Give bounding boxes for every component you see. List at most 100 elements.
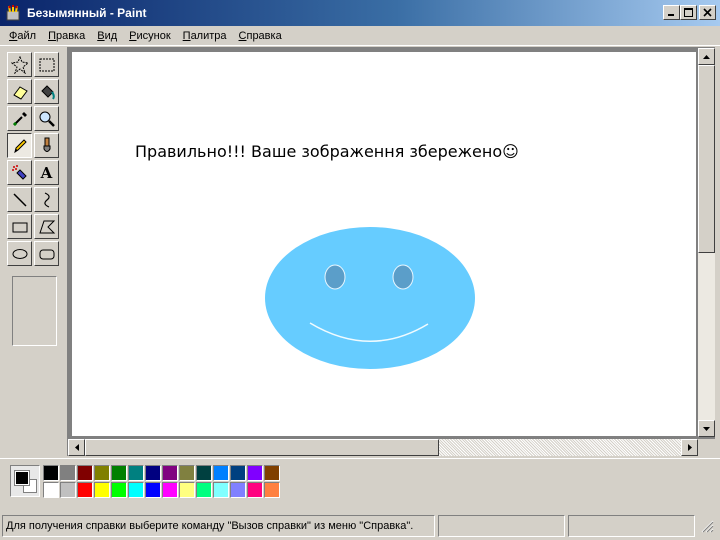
menu-1[interactable]: Правка [42, 27, 91, 45]
scroll-up-button[interactable] [698, 48, 715, 65]
menu-accel: В [97, 29, 105, 42]
free-form-select-tool[interactable] [7, 52, 32, 77]
rounded-rect-icon [39, 249, 54, 259]
rectangle-tool[interactable] [7, 214, 32, 239]
vertical-scroll-thumb[interactable] [698, 65, 715, 253]
maximize-icon [684, 8, 693, 17]
text-tool[interactable]: A [34, 160, 59, 185]
color-swatch[interactable] [196, 482, 212, 498]
airbrush-tool[interactable] [7, 160, 32, 185]
color-swatch[interactable] [230, 482, 246, 498]
color-swatch[interactable] [264, 465, 280, 481]
color-swatch[interactable] [60, 482, 76, 498]
line-tool[interactable] [7, 187, 32, 212]
curve-icon [43, 191, 50, 208]
rectangle-icon [12, 222, 27, 232]
color-swatch[interactable] [60, 465, 76, 481]
color-swatch[interactable] [128, 482, 144, 498]
ellipse-tool[interactable] [7, 241, 32, 266]
menu-2[interactable]: Вид [91, 27, 123, 45]
polygon-tool[interactable] [34, 214, 59, 239]
close-icon [703, 8, 712, 17]
scroll-down-button[interactable] [698, 420, 715, 437]
arrow-right-icon [687, 444, 692, 451]
horizontal-scroll-thumb[interactable] [85, 439, 439, 456]
resize-grip-icon[interactable] [700, 519, 714, 533]
color-swatch[interactable] [162, 465, 178, 481]
menu-3[interactable]: Рисунок [123, 27, 177, 45]
pencil-icon [13, 138, 27, 153]
status-bar: Для получения справки выберите команду "… [0, 511, 720, 540]
magnifier-icon [39, 111, 55, 127]
rounded-rectangle-tool[interactable] [34, 241, 59, 266]
menu-label: равка [55, 29, 86, 42]
color-swatch[interactable] [43, 482, 59, 498]
color-palette-bar [0, 458, 720, 510]
paint-bucket-icon [40, 84, 55, 100]
menu-accel: Р [129, 29, 137, 42]
eyedropper-icon [12, 111, 27, 126]
menu-label: правка [246, 29, 282, 42]
smiley-face [265, 227, 475, 369]
tool-grid: A [4, 50, 64, 266]
color-swatches [43, 465, 280, 498]
color-swatch[interactable] [128, 465, 144, 481]
menu-0[interactable]: Файл [3, 27, 42, 45]
pencil-tool[interactable] [7, 133, 32, 158]
minimize-button[interactable] [663, 5, 680, 20]
status-coordinates [438, 514, 565, 537]
color-swatch[interactable] [43, 465, 59, 481]
eraser-icon [12, 85, 28, 100]
color-swatch[interactable] [162, 482, 178, 498]
brush-tool[interactable] [34, 133, 59, 158]
foreground-color [14, 470, 30, 486]
menu-label: айл [17, 29, 37, 42]
color-swatch[interactable] [145, 465, 161, 481]
color-swatch[interactable] [247, 465, 263, 481]
drawing-canvas[interactable]: Правильно!!! Ваше зображення збережено☺ [72, 52, 696, 436]
menu-5[interactable]: Справка [233, 27, 288, 45]
color-swatch[interactable] [179, 482, 195, 498]
vertical-scrollbar[interactable] [698, 48, 715, 437]
status-message: Для получения справки выберите команду "… [2, 514, 435, 537]
maximize-button[interactable] [680, 5, 697, 20]
magnifier-tool[interactable] [34, 106, 59, 131]
eraser-tool[interactable] [7, 79, 32, 104]
pick-color-tool[interactable] [7, 106, 32, 131]
scroll-left-button[interactable] [68, 439, 85, 456]
rect-select-tool[interactable] [34, 52, 59, 77]
tool-options-panel[interactable] [12, 276, 57, 346]
canvas-text: Правильно!!! Ваше зображення збережено☺ [135, 142, 519, 161]
color-swatch[interactable] [111, 482, 127, 498]
color-swatch[interactable] [264, 482, 280, 498]
color-swatch[interactable] [77, 465, 93, 481]
arrow-down-icon [703, 426, 710, 431]
close-button[interactable] [699, 5, 716, 20]
scroll-right-button[interactable] [681, 439, 698, 456]
color-swatch[interactable] [213, 465, 229, 481]
rect-select-icon [39, 58, 54, 71]
scrollbar-corner [698, 439, 715, 456]
current-colors[interactable] [10, 465, 40, 497]
title-bar[interactable]: Безымянный - Paint [0, 0, 720, 26]
horizontal-scrollbar[interactable] [68, 439, 698, 456]
color-swatch[interactable] [77, 482, 93, 498]
color-swatch[interactable] [247, 482, 263, 498]
ellipse-icon [12, 248, 27, 259]
color-swatch[interactable] [230, 465, 246, 481]
menu-4[interactable]: Палитра [177, 27, 233, 45]
color-swatch[interactable] [179, 465, 195, 481]
airbrush-icon [11, 164, 27, 180]
color-swatch[interactable] [213, 482, 229, 498]
smiley-face-drawing [265, 227, 475, 369]
star-select-icon [10, 55, 29, 74]
curve-tool[interactable] [34, 187, 59, 212]
color-swatch[interactable] [94, 482, 110, 498]
smiley-left-eye [324, 264, 346, 290]
color-swatch[interactable] [196, 465, 212, 481]
fill-tool[interactable] [34, 79, 59, 104]
arrow-left-icon [74, 444, 79, 451]
color-swatch[interactable] [145, 482, 161, 498]
color-swatch[interactable] [94, 465, 110, 481]
color-swatch[interactable] [111, 465, 127, 481]
